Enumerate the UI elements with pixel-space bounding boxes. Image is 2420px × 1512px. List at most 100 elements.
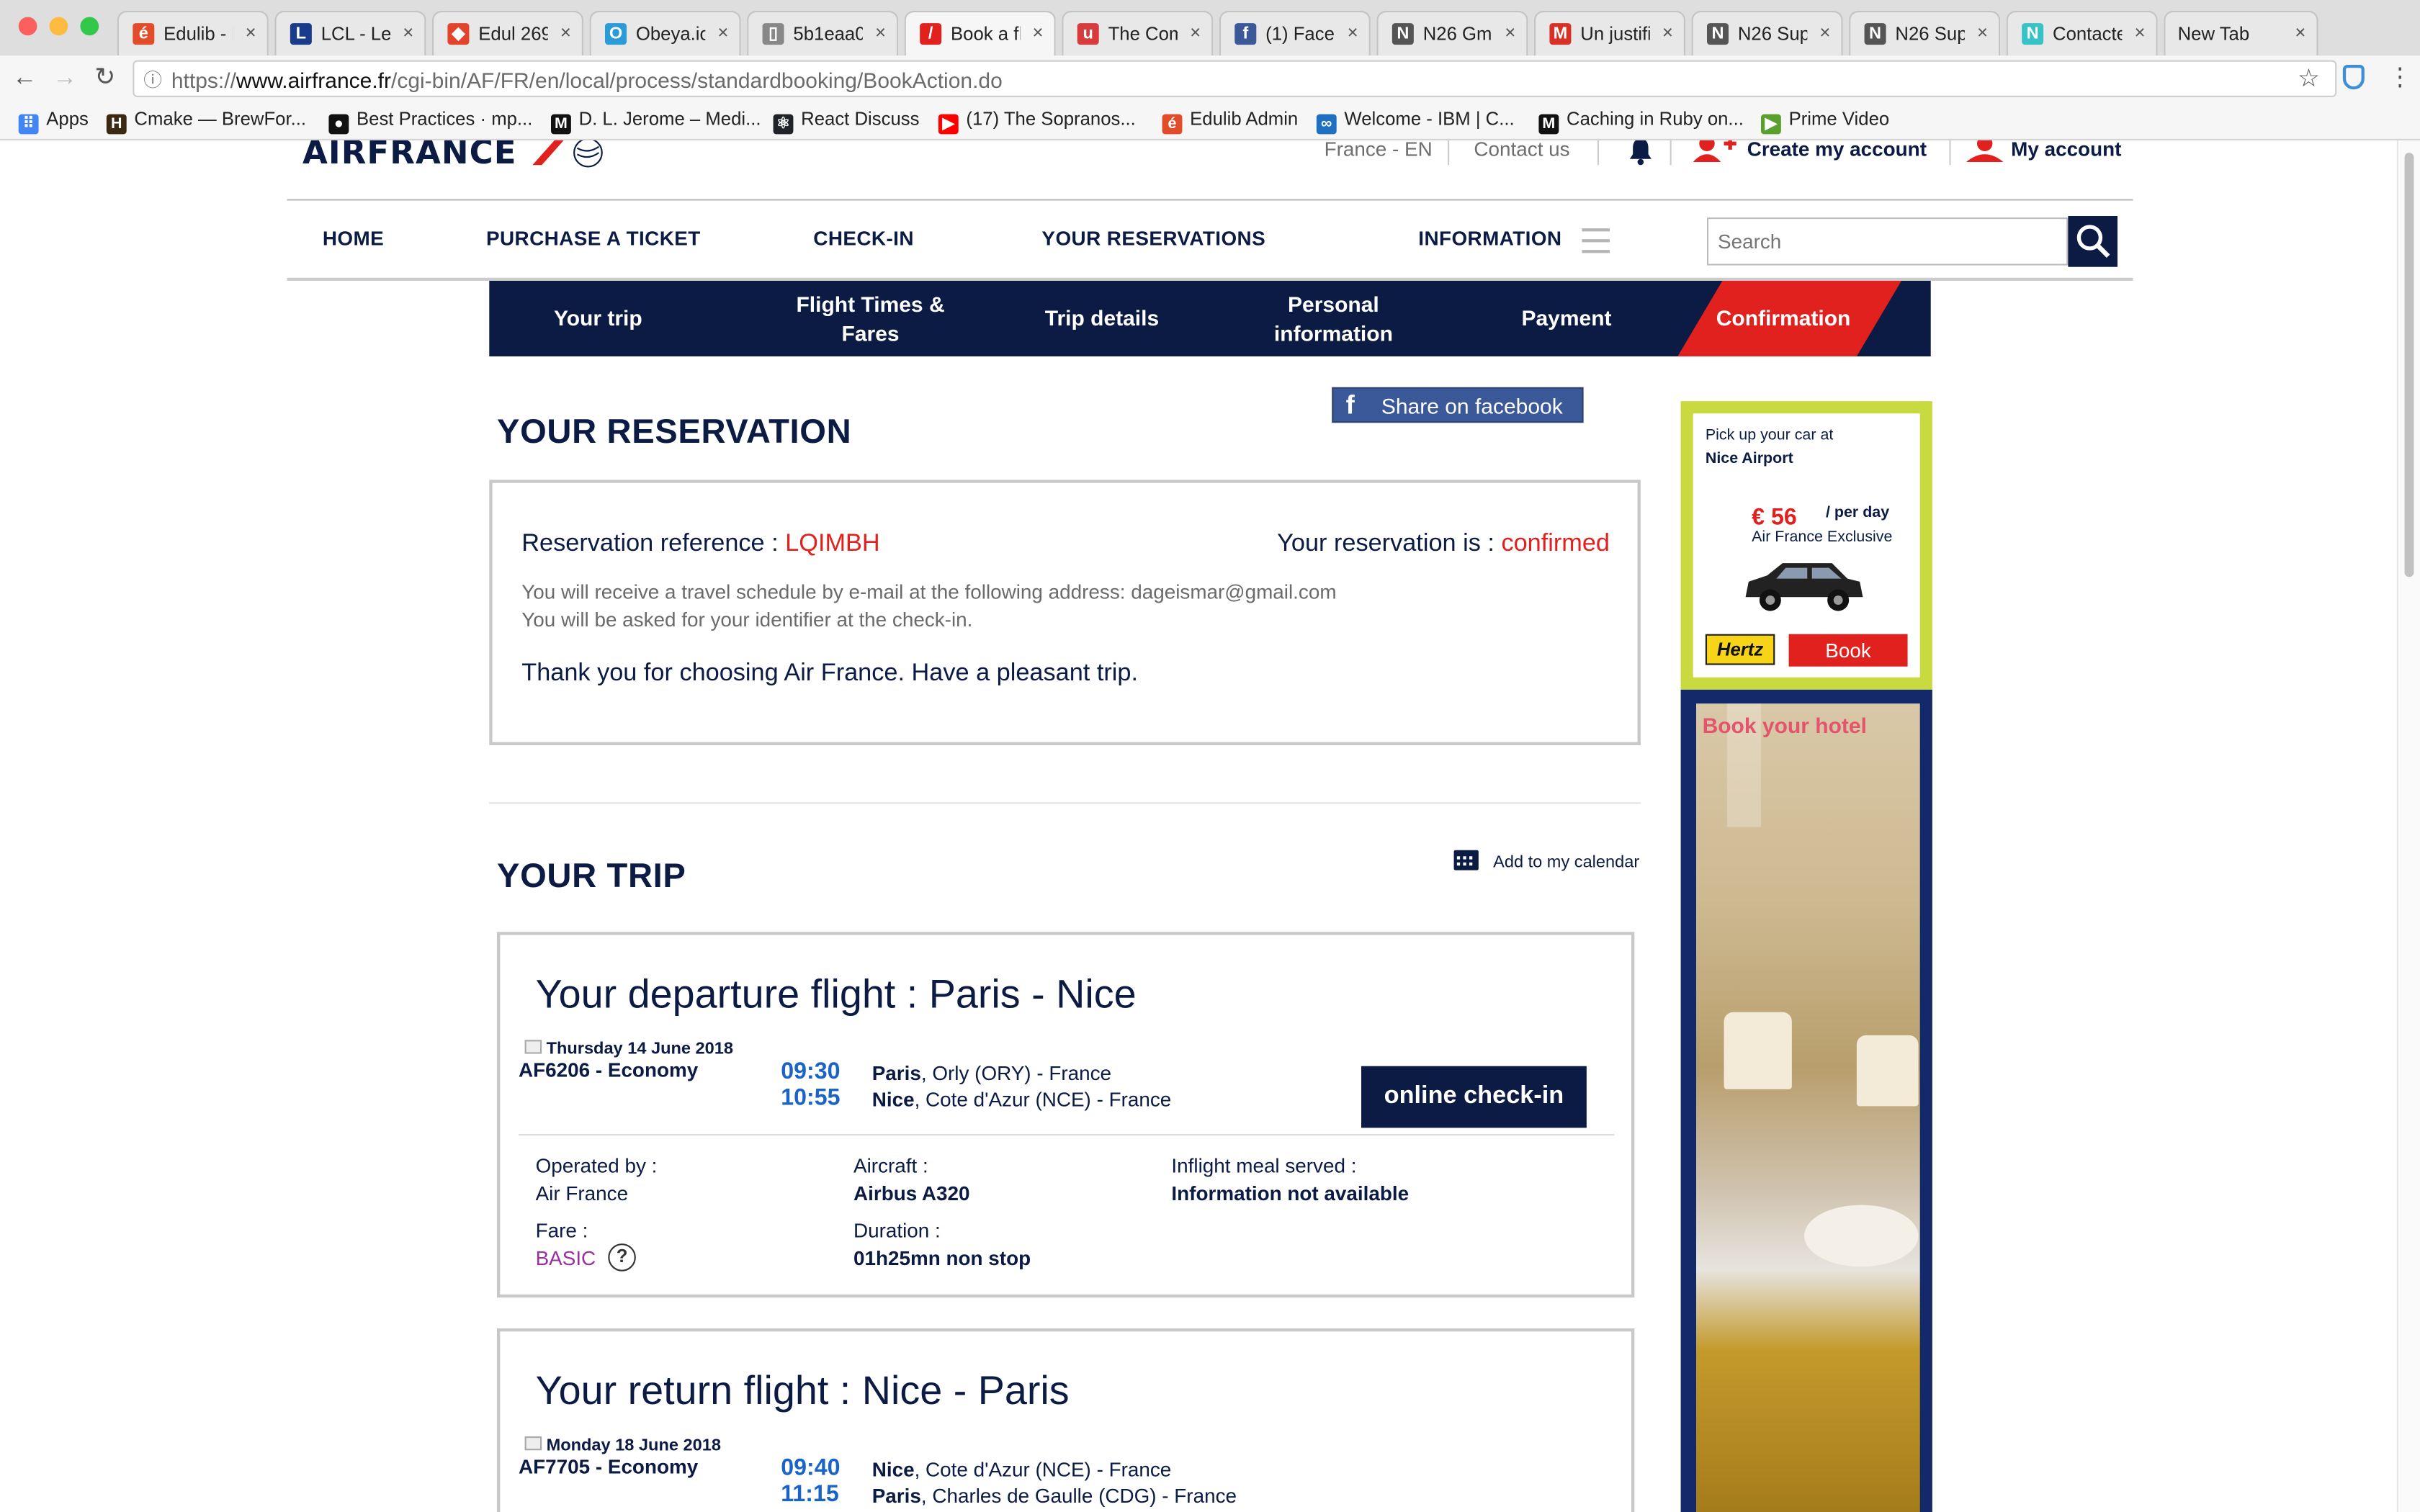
- nav-home[interactable]: HOME: [323, 227, 384, 250]
- add-to-calendar-link[interactable]: Add to my calendar: [1452, 847, 1639, 875]
- bookmark-item[interactable]: ▶ Prime Video: [1761, 108, 1889, 135]
- browser-tab[interactable]: N N26 Supp ×: [1691, 11, 1843, 56]
- nav-information[interactable]: INFORMATION: [1418, 227, 1561, 250]
- hamburger-menu-icon[interactable]: [1582, 228, 1610, 253]
- reload-icon[interactable]: ↻: [89, 62, 120, 96]
- tab-title: N26 Gmb: [1422, 23, 1492, 45]
- browser-tab[interactable]: N Contacte ×: [2006, 11, 2158, 56]
- browser-tab[interactable]: O Obeya.io ×: [589, 11, 741, 56]
- tab-close-icon[interactable]: ×: [2295, 22, 2305, 43]
- nav-purchase-ticket[interactable]: PURCHASE A TICKET: [486, 227, 701, 250]
- bookmark-icon: H: [106, 114, 127, 135]
- nav-check-in[interactable]: CHECK-IN: [813, 227, 914, 250]
- shield-extension-icon[interactable]: [2342, 65, 2365, 90]
- section-divider: [489, 802, 1641, 804]
- bookmark-icon: ⚛: [773, 114, 794, 135]
- tab-close-icon[interactable]: ×: [403, 22, 413, 43]
- car-book-button[interactable]: Book: [1788, 634, 1908, 667]
- tab-close-icon[interactable]: ×: [875, 22, 886, 43]
- tab-close-icon[interactable]: ×: [1190, 22, 1201, 43]
- tab-title: Un justific: [1580, 23, 1649, 45]
- bookmark-item[interactable]: ⚛ React Discuss: [773, 108, 920, 135]
- step-flight-times-fares[interactable]: Flight Times & Fares: [770, 281, 971, 356]
- info-icon[interactable]: ⓘ: [143, 66, 162, 92]
- create-account-link[interactable]: Create my account: [1747, 140, 1927, 161]
- browser-tab[interactable]: L LCL - Le (×: [274, 11, 426, 56]
- bookmark-label: Welcome - IBM | C...: [1344, 108, 1515, 130]
- bookmark-item[interactable]: ⠿ Apps: [18, 108, 89, 135]
- browser-tab[interactable]: u The Comp ×: [1062, 11, 1214, 56]
- close-window-icon[interactable]: [18, 17, 37, 36]
- page-scrollbar[interactable]: [2396, 140, 2420, 1512]
- tab-close-icon[interactable]: ×: [717, 22, 728, 43]
- tab-close-icon[interactable]: ×: [1348, 22, 1358, 43]
- browser-tab[interactable]: f (1) Faceb ×: [1219, 11, 1371, 56]
- step-payment[interactable]: Payment: [1477, 281, 1657, 356]
- contact-us-link[interactable]: Contact us: [1474, 140, 1569, 161]
- airfrance-logo[interactable]: AIRFRANCE: [302, 140, 612, 171]
- online-checkin-button[interactable]: online check-in: [1361, 1066, 1587, 1128]
- tab-close-icon[interactable]: ×: [560, 22, 571, 43]
- search-input[interactable]: [1708, 219, 2061, 264]
- tab-close-icon[interactable]: ×: [1977, 22, 1988, 43]
- airfrance-logo-mark: [532, 140, 603, 168]
- edulib-icon: é: [133, 23, 155, 45]
- minimize-window-icon[interactable]: [49, 17, 68, 36]
- browser-tab[interactable]: ▯ 5b1eaa04 ×: [747, 11, 899, 56]
- browser-tab[interactable]: New Tab ×: [2164, 11, 2318, 56]
- bookmark-item[interactable]: ● Best Practices · mp...: [328, 108, 533, 135]
- search-icon: [2076, 225, 2110, 258]
- back-icon[interactable]: ←: [9, 62, 40, 96]
- step-trip-details[interactable]: Trip details: [1017, 281, 1187, 356]
- tab-close-icon[interactable]: ×: [1819, 22, 1830, 43]
- file-icon: ▯: [762, 23, 784, 45]
- maximize-window-icon[interactable]: [80, 17, 99, 36]
- search-button[interactable]: [2068, 216, 2118, 267]
- browser-tab[interactable]: é Edulib - L ×: [117, 11, 269, 56]
- tab-close-icon[interactable]: ×: [2135, 22, 2146, 43]
- bookmark-star-icon[interactable]: ☆: [2298, 63, 2320, 94]
- browser-tab[interactable]: N N26 Supp ×: [1849, 11, 2001, 56]
- bookmark-item[interactable]: M Caching in Ruby on...: [1538, 108, 1744, 135]
- scrollbar-thumb[interactable]: [2404, 153, 2414, 577]
- bookmark-label: Best Practices · mp...: [356, 108, 533, 130]
- bookmark-label: (17) The Sopranos...: [966, 108, 1136, 130]
- bookmark-label: React Discuss: [801, 108, 920, 130]
- browser-tab[interactable]: N N26 Gmb ×: [1376, 11, 1528, 56]
- car-exclusive: Air France Exclusive: [1752, 529, 1893, 546]
- step-confirmation: Confirmation: [1716, 305, 1851, 330]
- bookmark-item[interactable]: H Cmake — BrewFor...: [106, 108, 306, 135]
- address-bar[interactable]: ⓘ https://www.airfrance.fr/cgi-bin/AF/FR…: [133, 60, 2337, 97]
- bookmark-item[interactable]: é Edulib Admin: [1162, 108, 1298, 135]
- car-rental-ad[interactable]: Pick up your car at Nice Airport € 56 / …: [1680, 401, 1932, 690]
- my-account-icon[interactable]: [1963, 140, 2007, 165]
- share-facebook-button[interactable]: f Share on facebook: [1332, 387, 1584, 423]
- hotel-ad[interactable]: Book your hotel: [1680, 689, 1932, 1512]
- help-icon[interactable]: ?: [608, 1243, 636, 1272]
- hertz-logo: Hertz: [1705, 634, 1775, 665]
- create-account-icon[interactable]: [1692, 140, 1738, 165]
- tab-close-icon[interactable]: ×: [246, 22, 256, 43]
- browser-tab[interactable]: / Book a fli ×: [904, 11, 1056, 58]
- bookmarks-bar: ⠿ Apps H Cmake — BrewFor... ● Best Practices …: [0, 102, 2420, 140]
- chrome-menu-icon[interactable]: ⋮: [2388, 62, 2412, 93]
- step-personal-information[interactable]: Personal information: [1256, 281, 1410, 356]
- search-field[interactable]: [1707, 217, 2069, 266]
- meal-label: Inflight meal served :: [1171, 1153, 1357, 1177]
- notification-bell-icon[interactable]: [1625, 140, 1656, 166]
- tab-close-icon[interactable]: ×: [1662, 22, 1673, 43]
- arrival-time: 10:55: [781, 1084, 841, 1111]
- browser-tab[interactable]: ◆ Edul 2696 ×: [432, 11, 583, 56]
- bookmark-item[interactable]: M D. L. Jerome – Medi...: [551, 108, 761, 135]
- bookmark-item[interactable]: ∞ Welcome - IBM | C...: [1316, 108, 1515, 135]
- browser-tab[interactable]: M Un justific ×: [1534, 11, 1685, 56]
- tab-close-icon[interactable]: ×: [1505, 22, 1515, 43]
- booking-steps-bar: Your trip Flight Times & Fares Trip deta…: [489, 281, 1931, 356]
- step-your-trip[interactable]: Your trip: [489, 281, 707, 356]
- tab-close-icon[interactable]: ×: [1033, 22, 1044, 43]
- locale-link[interactable]: France - EN: [1325, 140, 1433, 161]
- bookmark-item[interactable]: ▶ (17) The Sopranos...: [938, 108, 1136, 135]
- nav-your-reservations[interactable]: YOUR RESERVATIONS: [1041, 227, 1265, 250]
- my-account-link[interactable]: My account: [2011, 140, 2121, 161]
- forward-icon[interactable]: →: [50, 62, 81, 96]
